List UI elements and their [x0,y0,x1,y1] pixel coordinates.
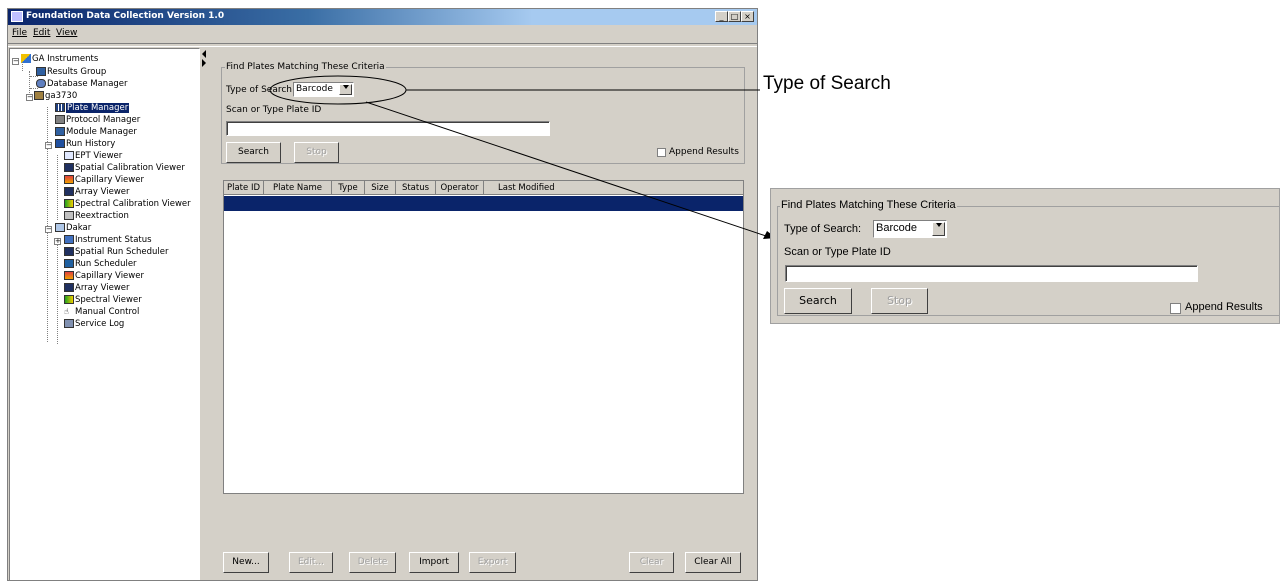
highlight-ellipse [269,75,407,105]
zoomed-type-label: Type of Search: [784,223,862,235]
chevron-down-icon[interactable] [932,222,945,236]
zoomed-stop-button[interactable]: Stop [871,288,928,314]
zoomed-scan-label: Scan or Type Plate ID [784,246,891,258]
zoomed-plate-id-input[interactable] [785,265,1198,282]
zoomed-type-select[interactable]: Barcode [873,220,947,238]
zoomed-search-panel: Find Plates Matching These Criteria Type… [770,188,1280,324]
zoom-pointer-line [365,101,767,237]
zoomed-append-label: Append Results [1185,301,1263,313]
zoomed-type-value: Barcode [876,222,917,234]
zoomed-search-button[interactable]: Search [784,288,852,314]
callout-label: Type of Search [763,73,891,94]
zoomed-append-checkbox[interactable] [1170,303,1181,314]
zoomed-group-title: Find Plates Matching These Criteria [780,199,957,211]
